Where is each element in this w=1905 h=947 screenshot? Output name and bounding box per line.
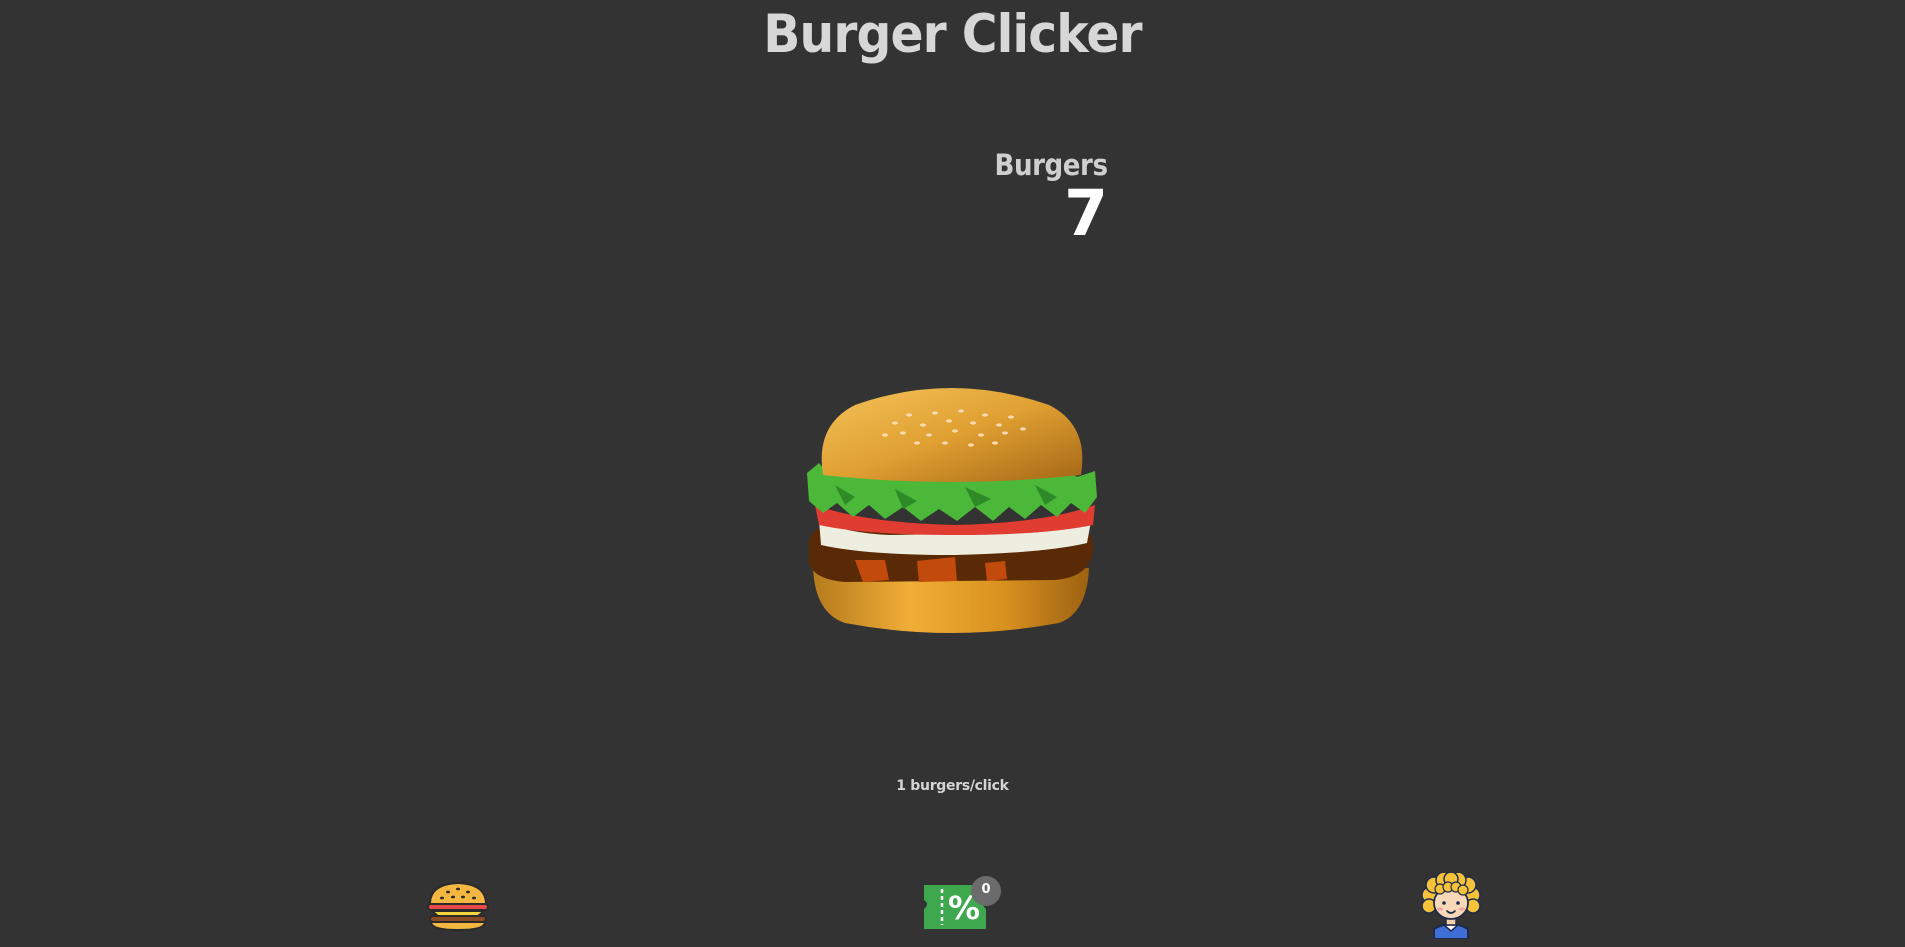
counter-label: Burgers — [995, 148, 1108, 182]
game-screen: Burger Clicker Burgers 7 1 burgers/click… — [0, 0, 1905, 947]
shop-badge: 0 — [971, 876, 1001, 906]
nav-profile-button[interactable] — [1420, 871, 1482, 940]
burger-click-button[interactable] — [805, 385, 1097, 637]
burger-icon — [427, 881, 489, 932]
counter-value: 7 — [1064, 177, 1108, 250]
nav-burger-button[interactable] — [426, 880, 490, 932]
avatar-icon — [1421, 871, 1481, 940]
nav-shop-button[interactable]: % 0 — [922, 875, 1004, 939]
burger-counter: Burgers 7 — [982, 148, 1108, 250]
page-title: Burger Clicker — [763, 4, 1142, 65]
burgers-per-click: 1 burgers/click — [896, 778, 1009, 794]
burger-icon — [807, 388, 1097, 633]
